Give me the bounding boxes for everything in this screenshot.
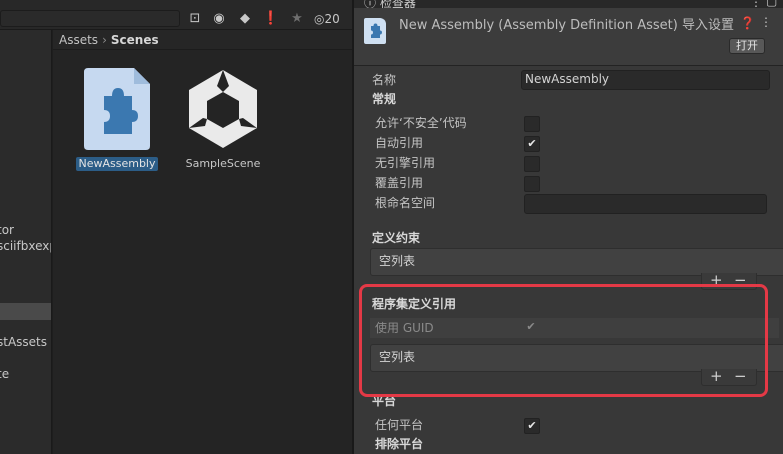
unity-scene-icon [189,70,257,148]
favorite-icon[interactable]: ★ [288,10,306,28]
auto-referenced-label: 自动引用 [375,136,424,150]
breadcrumb-separator: › [102,33,107,47]
folder-tree: tor sciifbxexp stAssets te [0,30,52,454]
check-icon: ✔ [527,419,537,432]
no-engine-refs-label: 无引擎引用 [375,156,436,170]
asset-newassembly[interactable]: NewAssembly [72,66,162,171]
hidden-count: 20 [324,12,340,26]
tree-selected-row [0,303,51,320]
breadcrumb-scenes[interactable]: Scenes [111,33,159,47]
override-refs-checkbox[interactable] [524,176,540,192]
label-icon[interactable]: ◆ [236,10,254,28]
open-button[interactable]: 打开 [729,38,765,54]
define-constraints-title: 定义约束 [372,231,421,245]
general-section-title: 常规 [372,92,397,106]
tree-item[interactable]: sciifbxexp [0,237,51,255]
name-field[interactable]: NewAssembly [521,70,770,90]
any-platform-label: 任何平台 [375,418,424,432]
asset-samplescene[interactable]: SampleScene [178,66,268,171]
eye-hidden-icon: ◎ [314,12,325,26]
any-platform-checkbox[interactable]: ✔ [524,418,540,434]
inspector-tab-bar [354,0,783,8]
allow-unsafe-label: 允许‘不安全’代码 [375,116,467,130]
project-search-input[interactable] [0,10,180,27]
tree-item[interactable]: te [0,365,9,383]
help-icon[interactable]: ❓ [740,16,755,30]
assembly-definition-icon [364,18,386,44]
info-icon[interactable]: ❗ [262,10,280,28]
auto-referenced-checkbox[interactable]: ✔ [524,136,540,152]
asset-label: NewAssembly [76,157,158,171]
asset-label: SampleScene [185,157,261,170]
name-label: 名称 [372,73,397,87]
allow-unsafe-checkbox[interactable] [524,116,540,132]
highlight-box [359,284,768,397]
breadcrumb-assets[interactable]: Assets [59,33,98,47]
lock-icon[interactable]: ▢ [766,0,777,8]
breadcrumb: Assets › Scenes [53,30,352,50]
palette-icon[interactable]: ◉ [210,10,228,28]
context-menu-icon[interactable]: ⋮ [760,15,772,29]
inspector-title: New Assembly (Assembly Definition Asset)… [399,18,734,33]
tree-item[interactable]: stAssets [0,333,47,351]
exclude-platforms-title: 排除平台 [375,437,424,451]
override-refs-label: 覆盖引用 [375,176,424,190]
check-icon: ✔ [527,137,537,150]
root-namespace-label: 根命名空间 [375,196,436,210]
hidden-packages-count[interactable]: ◎20 [314,10,340,28]
root-namespace-field[interactable] [524,194,767,214]
no-engine-refs-checkbox[interactable] [524,156,540,172]
assembly-definition-icon [84,68,150,150]
scene-filter-icon[interactable]: ⊡ [186,10,204,28]
